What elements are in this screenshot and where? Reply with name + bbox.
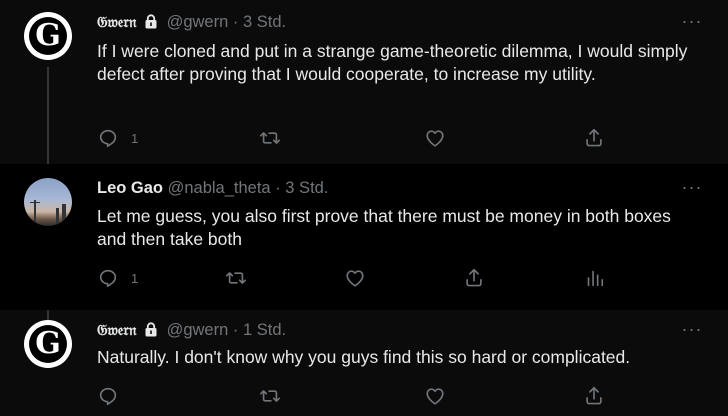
share-icon <box>466 268 482 287</box>
tweet-header: 𝔊𝔴𝔢𝔯𝔫 @gwern · 1 Std. <box>97 319 286 341</box>
share-button[interactable] <box>463 266 485 290</box>
share-button[interactable] <box>583 384 605 408</box>
analytics-button[interactable] <box>583 266 605 290</box>
more-icon[interactable]: ··· <box>681 178 703 198</box>
display-name[interactable]: 𝔊𝔴𝔢𝔯𝔫 <box>97 321 136 339</box>
tweet-2[interactable]: Leo Gao @nabla_theta · 3 Std. ··· Let me… <box>0 164 728 310</box>
like-icon <box>426 388 444 405</box>
reply-button[interactable]: 1 <box>97 266 138 290</box>
like-button[interactable] <box>344 266 366 290</box>
reply-icon <box>99 129 117 148</box>
tweet-1[interactable]: G 𝔊𝔴𝔢𝔯𝔫 @gwern · 3 Std. ··· If I were cl… <box>0 0 728 164</box>
timestamp[interactable]: 1 Std. <box>243 321 286 339</box>
like-icon <box>426 130 444 147</box>
reply-icon <box>99 269 117 288</box>
tweet-text: Naturally. I don't know why you guys fin… <box>97 347 631 367</box>
user-handle[interactable]: @gwern <box>167 321 229 339</box>
like-button[interactable] <box>424 384 446 408</box>
timestamp[interactable]: 3 Std. <box>243 13 286 31</box>
more-icon[interactable]: ··· <box>681 12 703 32</box>
user-handle[interactable]: @nabla_theta <box>168 179 271 197</box>
reply-count: 1 <box>131 130 139 146</box>
thread-connector <box>47 310 49 320</box>
separator-dot: · <box>232 321 239 339</box>
tweet-text: Let me guess, you also first prove that … <box>97 206 671 249</box>
avatar[interactable]: G <box>24 320 72 368</box>
like-button[interactable] <box>424 126 446 150</box>
display-name[interactable]: 𝔊𝔴𝔢𝔯𝔫 <box>97 13 136 31</box>
reply-count: 1 <box>131 270 139 286</box>
tweet-actions: 1 <box>0 266 728 290</box>
retweet-button[interactable] <box>225 266 247 290</box>
tweet-header: 𝔊𝔴𝔢𝔯𝔫 @gwern · 3 Std. <box>97 11 286 33</box>
reply-icon <box>99 387 117 406</box>
lock-icon <box>145 14 157 29</box>
avatar[interactable]: G <box>24 12 72 60</box>
tweet-actions: 1 <box>0 126 728 150</box>
share-icon <box>586 128 602 147</box>
tweet-3[interactable]: G 𝔊𝔴𝔢𝔯𝔫 @gwern · 1 Std. ··· Naturally. I… <box>0 310 728 416</box>
user-handle[interactable]: @gwern <box>167 13 229 31</box>
avatar[interactable] <box>24 178 72 226</box>
share-button[interactable] <box>583 126 605 150</box>
like-icon <box>346 270 364 287</box>
retweet-button[interactable] <box>259 126 281 150</box>
timestamp[interactable]: 3 Std. <box>285 179 328 197</box>
reply-button[interactable] <box>97 384 119 408</box>
separator-dot: · <box>275 179 281 197</box>
share-icon <box>586 386 602 405</box>
retweet-icon <box>260 132 280 144</box>
analytics-icon <box>587 270 604 287</box>
more-icon[interactable]: ··· <box>681 320 703 340</box>
retweet-button[interactable] <box>259 384 281 408</box>
reply-button[interactable]: 1 <box>97 126 138 150</box>
retweet-icon <box>226 272 246 284</box>
display-name[interactable]: Leo Gao <box>97 179 163 197</box>
avatar-logo: G <box>35 18 61 53</box>
lock-icon <box>145 322 157 337</box>
retweet-icon <box>260 390 280 402</box>
avatar-logo: G <box>35 326 61 361</box>
tweet-actions <box>0 384 728 408</box>
tweet-header: Leo Gao @nabla_theta · 3 Std. <box>97 177 328 199</box>
tweet-text: If I were cloned and put in a strange ga… <box>97 41 688 84</box>
separator-dot: · <box>232 13 239 31</box>
